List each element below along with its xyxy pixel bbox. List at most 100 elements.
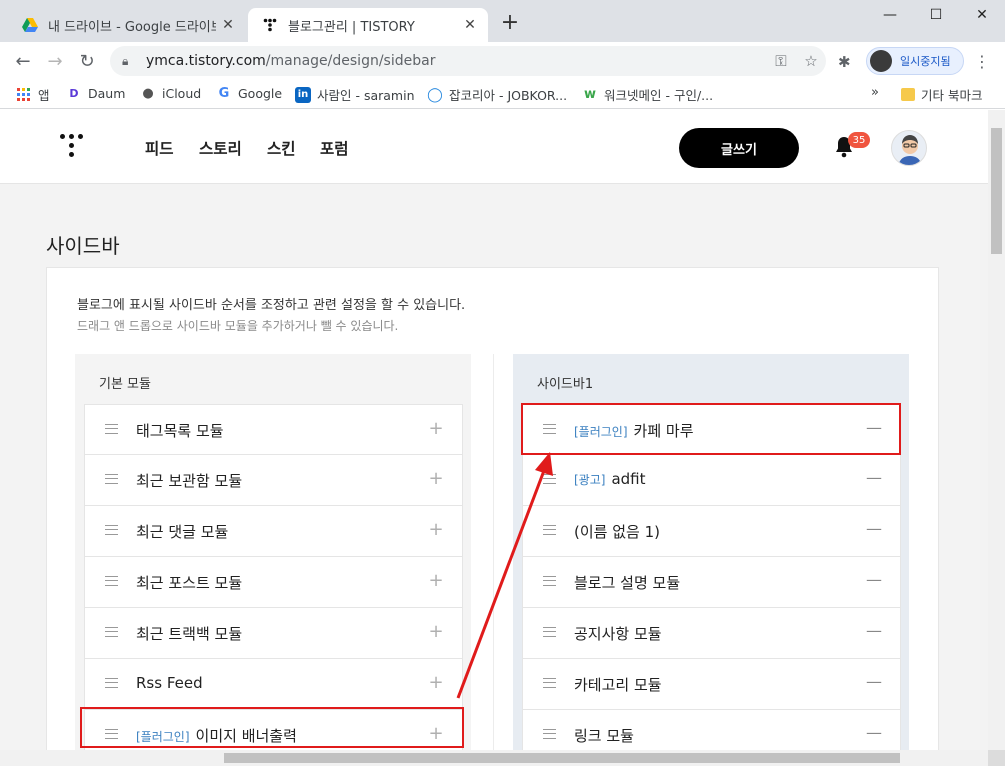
- basic-modules-list: 태그목록 모듈 + 최근 보관함 모듈 + 최근 댓글 모듈 + 최근 포스트 모듈 + 최근 …: [84, 404, 463, 750]
- drag-handle-icon[interactable]: [105, 576, 118, 586]
- close-window-icon[interactable]: ✕: [959, 0, 1005, 30]
- bookmark-label: 기타 북마크: [921, 88, 983, 103]
- drag-handle-icon[interactable]: [543, 729, 556, 739]
- description-sub: 드래그 앤 드롭으로 사이드바 모듈을 추가하거나 뺄 수 있습니다.: [77, 319, 399, 333]
- drag-handle-icon[interactable]: [105, 474, 118, 484]
- module-row[interactable]: 공지사항 모듈 —: [522, 608, 901, 659]
- drag-handle-icon[interactable]: [105, 525, 118, 535]
- forward-arrow-icon[interactable]: →: [42, 48, 68, 74]
- bookmark-worknet[interactable]: w 워크넷메인 - 구인/...: [582, 85, 713, 104]
- drag-handle-icon[interactable]: [543, 424, 556, 434]
- scrollbar-corner: [988, 750, 1005, 766]
- add-module-icon[interactable]: +: [428, 723, 444, 744]
- module-row[interactable]: [광고] adfit —: [522, 455, 901, 506]
- nav-story[interactable]: 스토리: [199, 137, 242, 159]
- new-tab-plus-icon[interactable]: +: [498, 12, 522, 36]
- drag-handle-icon[interactable]: [543, 576, 556, 586]
- module-row[interactable]: Rss Feed +: [84, 659, 463, 710]
- drag-handle-icon[interactable]: [105, 627, 118, 637]
- module-row[interactable]: 최근 포스트 모듈 +: [84, 557, 463, 608]
- module-label: 태그목록 모듈: [136, 420, 224, 441]
- maximize-icon[interactable]: ☐: [913, 0, 959, 30]
- bookmark-google[interactable]: G Google: [216, 85, 282, 101]
- profile-avatar: [870, 50, 892, 72]
- write-post-button[interactable]: 글쓰기: [679, 128, 799, 168]
- panel-header: 기본 모듈: [99, 377, 151, 392]
- module-label: (이름 없음 1): [574, 521, 660, 542]
- bookmark-icloud[interactable]: ● iCloud: [140, 85, 201, 101]
- module-label: 링크 모듈: [574, 725, 634, 746]
- remove-module-icon[interactable]: —: [866, 519, 882, 538]
- remove-module-icon[interactable]: —: [866, 723, 882, 742]
- page-viewport: 피드 스토리 스킨 포럼 글쓰기 35 사이드바 블로그에 표시될 사이드바 순…: [0, 110, 988, 750]
- vertical-scrollbar[interactable]: [988, 110, 1005, 750]
- bookmarks-bar: 앱 D Daum ● iCloud G Google in 사람인 - sara…: [0, 80, 1005, 109]
- add-module-icon[interactable]: +: [428, 468, 444, 489]
- drag-handle-icon[interactable]: [543, 627, 556, 637]
- close-tab-icon[interactable]: ✕: [458, 17, 482, 33]
- extensions-puzzle-icon[interactable]: ✱: [838, 53, 851, 71]
- drag-handle-icon[interactable]: [105, 424, 118, 434]
- key-icon[interactable]: ⚿: [766, 52, 796, 70]
- remove-module-icon[interactable]: —: [866, 468, 882, 487]
- tab-tistory[interactable]: 블로그관리 | TISTORY ✕: [248, 8, 488, 42]
- module-row[interactable]: (이름 없음 1) —: [522, 506, 901, 557]
- star-bookmark-icon[interactable]: ☆: [796, 52, 826, 70]
- reload-icon[interactable]: ↻: [74, 48, 100, 74]
- bookmark-daum[interactable]: D Daum: [66, 85, 125, 101]
- remove-module-icon[interactable]: —: [866, 672, 882, 691]
- module-row[interactable]: [플러그인] 이미지 배너출력 +: [84, 710, 463, 750]
- nav-skin[interactable]: 스킨: [267, 137, 296, 159]
- add-module-icon[interactable]: +: [428, 418, 444, 439]
- add-module-icon[interactable]: +: [428, 570, 444, 591]
- module-row[interactable]: 카테고리 모듈 —: [522, 659, 901, 710]
- add-module-icon[interactable]: +: [428, 621, 444, 642]
- scrollbar-thumb[interactable]: [224, 753, 900, 763]
- nav-forum[interactable]: 포럼: [320, 137, 349, 159]
- close-tab-icon[interactable]: ✕: [216, 17, 240, 33]
- back-arrow-icon[interactable]: ←: [10, 48, 36, 74]
- bookmarks-overflow-icon[interactable]: »: [871, 85, 879, 100]
- user-avatar[interactable]: [891, 130, 927, 166]
- drag-handle-icon[interactable]: [105, 729, 118, 739]
- folder-icon: [901, 88, 915, 101]
- worknet-icon: w: [583, 87, 596, 102]
- bookmark-jobkorea[interactable]: ◯ 잡코리아 - JOBKOR...: [427, 85, 567, 104]
- remove-module-icon[interactable]: —: [866, 621, 882, 640]
- module-name: 이미지 배너출력: [195, 727, 297, 745]
- google-drive-icon: [22, 17, 38, 33]
- url-text[interactable]: ymca.tistory.com/manage/design/sidebar: [146, 53, 766, 69]
- module-tag: [플러그인]: [136, 730, 190, 744]
- module-row[interactable]: [플러그인] 카페 마루 —: [522, 404, 901, 455]
- kebab-menu-icon[interactable]: ⋮: [974, 52, 990, 71]
- drag-handle-icon[interactable]: [543, 474, 556, 484]
- tab-google-drive[interactable]: 내 드라이브 - Google 드라이브 ✕: [8, 8, 246, 42]
- module-row[interactable]: 태그목록 모듈 +: [84, 404, 463, 455]
- module-row[interactable]: 블로그 설명 모듈 —: [522, 557, 901, 608]
- description-main: 블로그에 표시될 사이드바 순서를 조정하고 관련 설정을 할 수 있습니다.: [77, 298, 466, 313]
- add-module-icon[interactable]: +: [428, 672, 444, 693]
- horizontal-scrollbar[interactable]: [0, 750, 988, 766]
- minimize-icon[interactable]: —: [867, 0, 913, 30]
- module-row[interactable]: 링크 모듈 —: [522, 710, 901, 750]
- bookmark-other[interactable]: 기타 북마크: [901, 85, 982, 104]
- tistory-logo-icon[interactable]: [60, 134, 86, 160]
- drag-handle-icon[interactable]: [105, 678, 118, 688]
- module-row[interactable]: 최근 댓글 모듈 +: [84, 506, 463, 557]
- profile-button[interactable]: 일시중지됨: [866, 47, 964, 75]
- add-module-icon[interactable]: +: [428, 519, 444, 540]
- module-row[interactable]: 최근 트랙백 모듈 +: [84, 608, 463, 659]
- drag-handle-icon[interactable]: [543, 678, 556, 688]
- address-bar[interactable]: 🔒︎ ymca.tistory.com/manage/design/sideba…: [110, 46, 826, 76]
- bookmark-saramin[interactable]: in 사람인 - saramin: [295, 85, 415, 104]
- remove-module-icon[interactable]: —: [866, 570, 882, 589]
- scrollbar-thumb[interactable]: [991, 128, 1002, 254]
- remove-module-icon[interactable]: —: [866, 418, 882, 437]
- bookmark-apps[interactable]: 앱: [16, 85, 50, 104]
- nav-feed[interactable]: 피드: [145, 137, 174, 159]
- drag-handle-icon[interactable]: [543, 525, 556, 535]
- bookmark-label: Daum: [88, 85, 126, 101]
- module-name: 카페 마루: [633, 422, 694, 440]
- module-row[interactable]: 최근 보관함 모듈 +: [84, 455, 463, 506]
- profile-status-label: 일시중지됨: [900, 55, 951, 68]
